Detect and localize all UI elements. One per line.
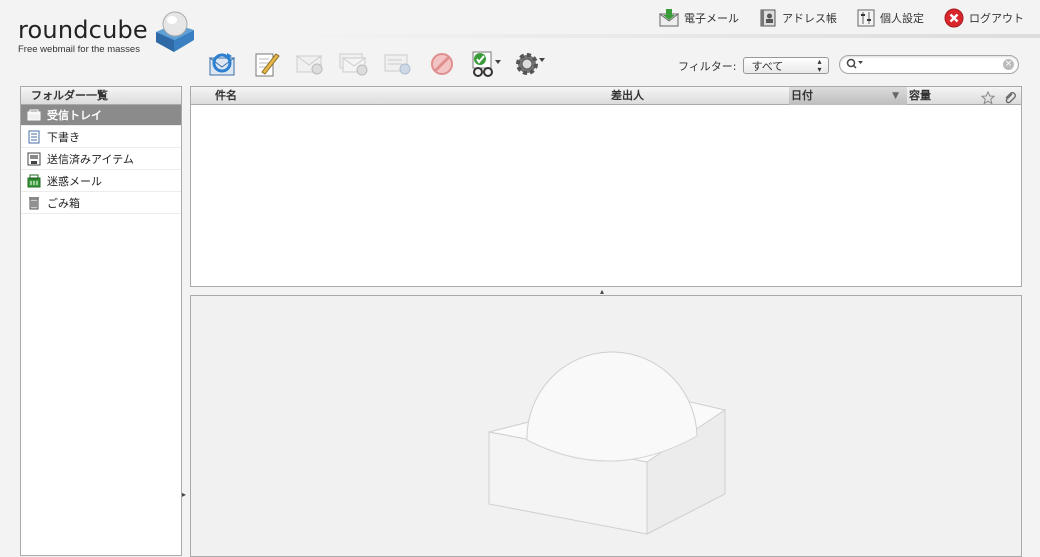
nav-logout[interactable]: ログアウト bbox=[944, 8, 1024, 28]
folder-item-inbox[interactable]: 受信トレイ bbox=[21, 105, 181, 126]
column-subject[interactable]: 件名 bbox=[215, 87, 237, 105]
filter-label: フィルター: bbox=[678, 59, 737, 73]
clear-search-icon[interactable]: × bbox=[1003, 59, 1014, 70]
attachment-column-icon[interactable] bbox=[1003, 89, 1017, 107]
logo[interactable]: roundcube Free webmail for the masses bbox=[18, 10, 203, 60]
folder-item-label: ごみ箱 bbox=[47, 196, 80, 210]
message-list: 件名 差出人 日付 ▼ 容量 bbox=[190, 86, 1022, 287]
logo-tagline: Free webmail for the masses bbox=[18, 44, 140, 55]
reply-all-button[interactable] bbox=[338, 49, 370, 79]
folder-item-drafts[interactable]: 下書き bbox=[21, 126, 181, 148]
column-from[interactable]: 差出人 bbox=[611, 87, 644, 105]
mail-download-icon bbox=[659, 9, 679, 27]
folder-item-trash[interactable]: ごみ箱 bbox=[21, 192, 181, 214]
nav-addressbook-label: アドレス帳 bbox=[782, 12, 837, 25]
nav-settings[interactable]: 個人設定 bbox=[857, 8, 924, 28]
column-date-label: 日付 bbox=[791, 89, 813, 102]
nav-logout-label: ログアウト bbox=[969, 12, 1024, 25]
top-navigation: 電子メール アドレス帳 個人設定 ログアウト bbox=[659, 8, 1024, 28]
nav-settings-label: 個人設定 bbox=[880, 12, 924, 25]
vertical-splitter-handle[interactable]: ▸ bbox=[182, 490, 186, 499]
flag-column-star-icon[interactable] bbox=[981, 89, 995, 107]
inbox-icon bbox=[27, 109, 41, 121]
reply-all-icon bbox=[339, 53, 368, 76]
mail-toolbar bbox=[206, 48, 546, 80]
folder-item-junk[interactable]: 迷惑メール bbox=[21, 170, 181, 192]
updown-arrow-icon: ▴ ▾ bbox=[817, 56, 822, 74]
filter-control: フィルター: すべて ▴ ▾ bbox=[678, 57, 829, 74]
filter-select[interactable]: すべて ▴ ▾ bbox=[742, 56, 829, 74]
roundcube-watermark-icon bbox=[488, 351, 727, 535]
address-book-icon bbox=[760, 9, 776, 27]
folder-item-label: 受信トレイ bbox=[47, 109, 102, 122]
folder-list-panel: フォルダー一覧 受信トレイ 下書き 送信済みアイテム 迷惑メール ごみ箱 bbox=[20, 86, 182, 556]
message-preview-pane bbox=[190, 295, 1022, 557]
folder-item-label: 迷惑メール bbox=[47, 174, 102, 188]
nav-mail[interactable]: 電子メール bbox=[659, 8, 739, 28]
sent-icon bbox=[27, 152, 41, 165]
header-divider bbox=[300, 34, 1040, 38]
check-mail-button[interactable] bbox=[206, 49, 238, 79]
more-button[interactable] bbox=[514, 49, 546, 79]
refresh-mail-icon bbox=[208, 53, 236, 76]
folder-list-title: フォルダー一覧 bbox=[21, 87, 181, 105]
folder-item-label: 下書き bbox=[47, 130, 80, 144]
nav-mail-label: 電子メール bbox=[684, 12, 739, 25]
column-date[interactable]: 日付 ▼ bbox=[789, 87, 907, 105]
header: roundcube Free webmail for the masses 電子… bbox=[0, 0, 1040, 85]
settings-panel-icon bbox=[857, 9, 875, 27]
mark-icon bbox=[472, 51, 501, 77]
gear-icon bbox=[516, 53, 545, 75]
search-icon bbox=[846, 58, 863, 69]
trash-icon bbox=[29, 196, 39, 209]
folder-item-label: 送信済みアイテム bbox=[47, 152, 134, 166]
message-list-header: 件名 差出人 日付 ▼ 容量 bbox=[191, 87, 1021, 105]
sort-descending-icon: ▼ bbox=[892, 91, 899, 101]
delete-button[interactable] bbox=[426, 49, 458, 79]
logo-wordmark: roundcube bbox=[18, 16, 148, 44]
reply-button[interactable] bbox=[294, 49, 326, 79]
delete-icon bbox=[431, 53, 453, 75]
forward-button[interactable] bbox=[382, 49, 414, 79]
search-box[interactable]: × bbox=[839, 55, 1019, 74]
roundcube-logo-icon bbox=[156, 11, 194, 52]
filter-selected-value: すべて bbox=[751, 59, 784, 73]
junk-icon bbox=[27, 174, 41, 187]
reply-icon bbox=[296, 55, 323, 75]
compose-icon bbox=[255, 53, 280, 77]
drafts-icon bbox=[28, 130, 40, 143]
logout-icon bbox=[944, 8, 964, 28]
nav-addressbook[interactable]: アドレス帳 bbox=[759, 8, 837, 28]
compose-button[interactable] bbox=[250, 49, 282, 79]
mark-button[interactable] bbox=[470, 49, 502, 79]
folder-item-sent[interactable]: 送信済みアイテム bbox=[21, 148, 181, 170]
column-size[interactable]: 容量 bbox=[909, 87, 931, 105]
forward-icon bbox=[384, 54, 411, 75]
